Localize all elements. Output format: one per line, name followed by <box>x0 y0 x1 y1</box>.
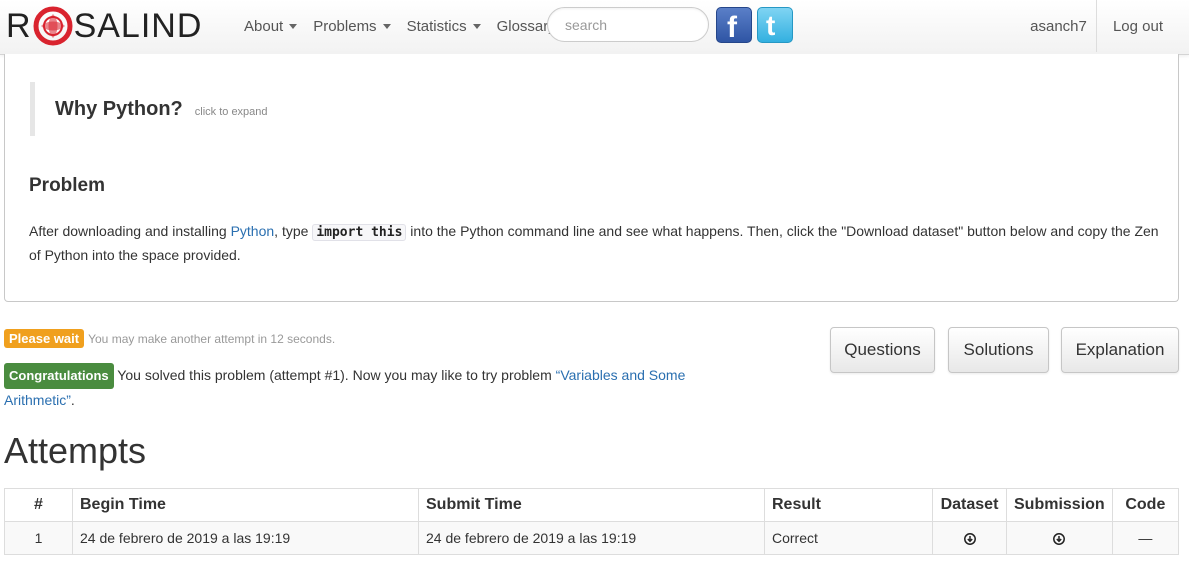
python-link[interactable]: Python <box>231 223 275 239</box>
rosalind-logo[interactable]: R SALIND <box>6 4 202 48</box>
problem-description: After downloading and installing Python,… <box>29 220 1164 267</box>
congratulations-badge: Congratulations <box>4 363 114 389</box>
table-header-row: # Begin Time Submit Time Result Dataset … <box>4 488 1180 522</box>
nav-statistics[interactable]: Statistics <box>399 18 489 35</box>
col-submit-time: Submit Time <box>418 488 765 522</box>
col-code: Code <box>1111 488 1180 522</box>
col-submission: Submission <box>1006 488 1113 522</box>
nav-statistics-label: Statistics <box>406 17 467 35</box>
attempts-table: # Begin Time Submit Time Result Dataset … <box>4 488 1180 555</box>
submission-cell <box>1006 521 1113 555</box>
please-wait-badge: Please wait <box>4 329 85 348</box>
caret-down-icon <box>382 23 391 29</box>
wait-status: Please wait You may make another attempt… <box>4 329 335 348</box>
col-number: # <box>4 488 73 522</box>
congrats-text: You solved this problem (attempt #1). No… <box>113 367 556 383</box>
caret-down-icon <box>289 23 298 29</box>
code-snippet: import this <box>312 224 407 241</box>
brand-letter-r: R <box>6 6 32 45</box>
problem-text-part: , type <box>274 223 313 239</box>
download-icon[interactable] <box>963 533 976 546</box>
download-icon[interactable] <box>1053 533 1066 546</box>
begin-time-cell: 24 de febrero de 2019 a las 19:19 <box>72 521 419 555</box>
user-profile-link[interactable]: asanch7 <box>1021 0 1097 52</box>
svg-text:t: t <box>766 11 775 39</box>
problem-heading: Problem <box>29 175 106 196</box>
search-input[interactable] <box>547 7 709 42</box>
nav-problems-label: Problems <box>313 17 377 35</box>
nav-problems[interactable]: Problems <box>305 18 398 35</box>
nav-about-label: About <box>244 17 284 35</box>
congrats-end: . <box>70 392 75 408</box>
click-to-expand-hint: click to expand <box>194 105 268 118</box>
logout-link[interactable]: Log out <box>1100 0 1176 52</box>
congratulations-message: Congratulations You solved this problem … <box>4 363 694 411</box>
dataset-cell <box>932 521 1007 555</box>
submit-time-cell: 24 de febrero de 2019 a las 19:19 <box>418 521 765 555</box>
twitter-icon[interactable]: t <box>757 7 793 43</box>
wait-message: You may make another attempt in 12 secon… <box>88 331 336 346</box>
brand-text: SALIND <box>73 6 203 45</box>
code-cell: — <box>1111 521 1180 555</box>
top-navbar: R SALIND About Problems Statistics Gloss… <box>0 0 1189 55</box>
why-python-expander[interactable]: Why Python? click to expand <box>30 82 530 136</box>
attempts-heading: Attempts <box>4 430 147 471</box>
svg-text:f: f <box>727 11 738 40</box>
explanation-button[interactable]: Explanation <box>1061 327 1179 373</box>
col-result: Result <box>764 488 933 522</box>
main-menu: About Problems Statistics Glossary <box>236 0 564 52</box>
table-row: 1 24 de febrero de 2019 a las 19:19 24 d… <box>4 521 1180 555</box>
col-dataset: Dataset <box>932 488 1007 522</box>
questions-button[interactable]: Questions <box>830 327 935 373</box>
problem-text-part: After downloading and installing <box>29 223 231 239</box>
rosalind-o-icon <box>33 6 73 46</box>
caret-down-icon <box>472 23 481 29</box>
result-cell: Correct <box>764 521 933 555</box>
attempt-number: 1 <box>4 521 73 555</box>
nav-about[interactable]: About <box>236 18 305 35</box>
solutions-button[interactable]: Solutions <box>948 327 1049 373</box>
problem-panel: Why Python? click to expand Problem Afte… <box>4 54 1179 302</box>
facebook-icon[interactable]: f <box>716 7 752 43</box>
why-python-title: Why Python? <box>55 97 183 120</box>
col-begin-time: Begin Time <box>72 488 419 522</box>
